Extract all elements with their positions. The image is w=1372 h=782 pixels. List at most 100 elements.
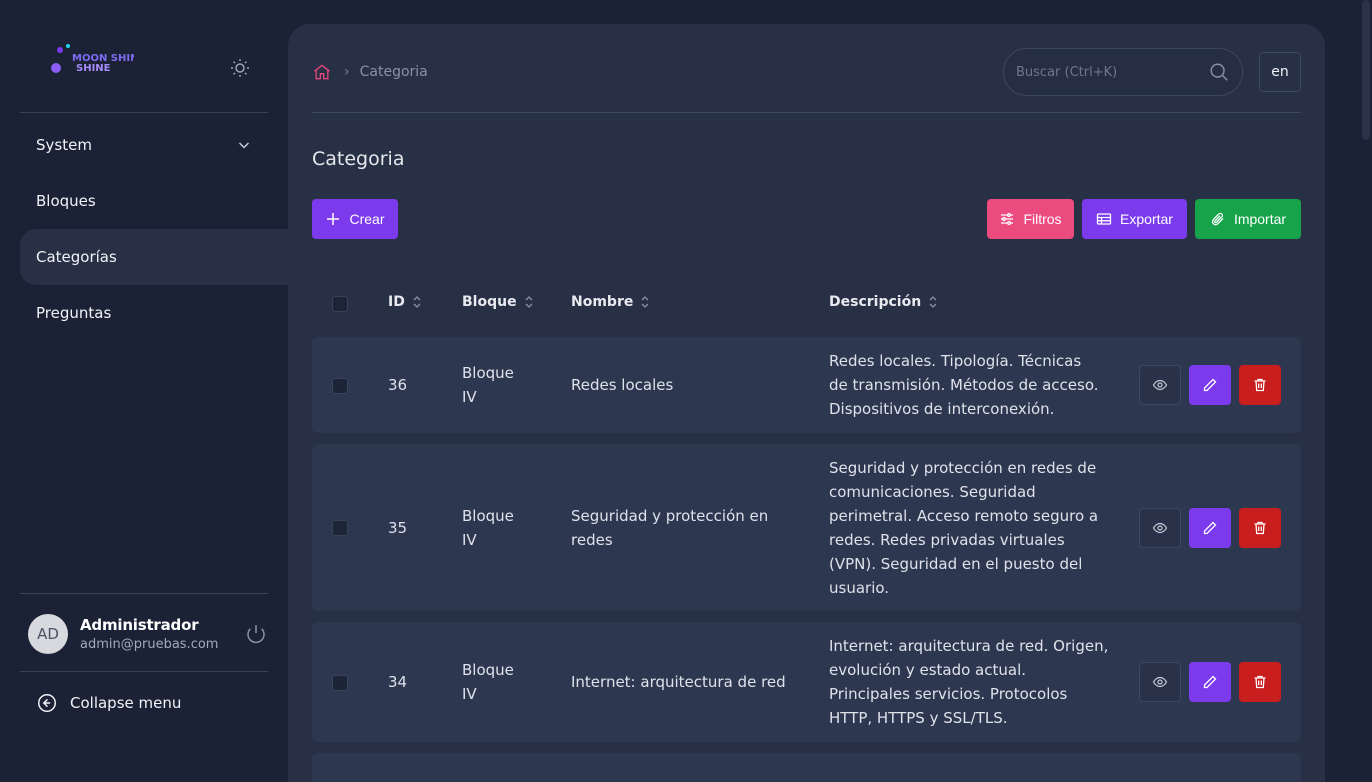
cell-line: IV — [462, 388, 477, 406]
sidebar-item-label: Categorías — [36, 248, 117, 266]
trash-icon — [1254, 521, 1266, 535]
cell-line: Redes locales — [571, 376, 674, 394]
cell-line: HTTP, HTTPS y SSL/TLS. — [829, 709, 1008, 727]
delete-button[interactable] — [1239, 662, 1281, 702]
cell-line: Dispositivos de interconexión. — [829, 400, 1055, 418]
collapse-menu-button[interactable]: Collapse menu — [36, 692, 181, 714]
cell-bloque: Bloque IV — [462, 504, 514, 552]
cell-line: redes — [571, 531, 613, 549]
cell-line: Principales servicios. Protocolos — [829, 685, 1068, 703]
create-button[interactable]: Crear — [312, 199, 398, 239]
sidebar-item-preguntas[interactable]: Preguntas — [20, 285, 288, 341]
sliders-icon — [1001, 213, 1014, 225]
arrow-left-circle-icon — [38, 694, 56, 712]
avatar[interactable]: AD — [28, 614, 68, 654]
trash-icon — [1254, 378, 1266, 392]
column-header-label: Nombre — [571, 294, 634, 310]
view-button[interactable] — [1139, 662, 1181, 702]
row-checkbox[interactable] — [332, 378, 348, 394]
cell-descripcion: Redes locales. Tipología. Técnicas de tr… — [829, 349, 1099, 421]
breadcrumb-separator: › — [344, 64, 350, 80]
cell-line: perimetral. Acceso remoto seguro a — [829, 507, 1099, 525]
view-button[interactable] — [1139, 365, 1181, 405]
sidebar-divider — [20, 593, 268, 594]
sidebar-item-label: Preguntas — [36, 304, 112, 322]
header-divider — [312, 112, 1301, 113]
sidebar-nav: System Bloques Categorías Preguntas — [20, 117, 288, 341]
search-input[interactable] — [1016, 64, 1208, 80]
cell-descripcion: Internet: arquitectura de red. Origen, e… — [829, 634, 1108, 730]
table-header: ID Bloque Nombre Descripción — [312, 288, 1301, 320]
export-button-label: Exportar — [1120, 211, 1173, 227]
select-all-checkbox[interactable] — [332, 296, 348, 312]
cell-id: 34 — [388, 673, 408, 691]
language-switcher[interactable]: en — [1259, 52, 1301, 92]
paperclip-icon — [1211, 212, 1224, 226]
cell-line: Bloque — [462, 507, 514, 525]
cell-bloque: Bloque IV — [462, 658, 514, 706]
sidebar-item-system[interactable]: System — [20, 117, 288, 173]
pencil-icon — [1203, 521, 1217, 535]
cell-nombre: Internet: arquitectura de red — [571, 670, 786, 694]
filters-button-label: Filtros — [1023, 211, 1062, 227]
column-header-label: Bloque — [462, 294, 517, 310]
cell-line: de transmisión. Métodos de acceso. — [829, 376, 1099, 394]
app-root: MOON SHINE SHINE System Bloques Categorí… — [0, 0, 1372, 782]
create-button-label: Crear — [349, 211, 385, 227]
sidebar-item-label: System — [36, 136, 92, 154]
cell-line: IV — [462, 531, 477, 549]
search-box — [1003, 48, 1243, 96]
import-button-label: Importar — [1233, 211, 1287, 227]
sort-icon — [929, 296, 937, 308]
sun-icon[interactable] — [228, 56, 252, 80]
edit-button[interactable] — [1189, 662, 1231, 702]
filters-button[interactable]: Filtros — [987, 199, 1074, 239]
column-header-bloque[interactable]: Bloque — [462, 294, 535, 310]
home-icon[interactable] — [312, 62, 332, 82]
moonshine-logo[interactable]: MOON SHINE SHINE — [34, 38, 145, 98]
column-header-descripcion[interactable]: Descripción — [829, 294, 939, 310]
collapse-menu-label: Collapse menu — [70, 694, 182, 712]
edit-button[interactable] — [1189, 365, 1231, 405]
row-checkbox[interactable] — [332, 520, 348, 536]
cell-nombre: Seguridad y protección en redes — [571, 504, 768, 552]
cell-line: Bloque — [462, 661, 514, 679]
sidebar-item-categorias[interactable]: Categorías — [20, 229, 288, 285]
cell-line: comunicaciones. Seguridad — [829, 483, 1036, 501]
sidebar: MOON SHINE SHINE System Bloques Categorí… — [0, 0, 288, 782]
main-panel: › Categoria en Categoria Crear Filtros E… — [288, 24, 1325, 782]
cell-nombre: Redes locales — [571, 373, 673, 397]
column-header-id[interactable]: ID — [388, 294, 423, 310]
sort-icon — [641, 296, 649, 308]
breadcrumb: › Categoria — [312, 62, 428, 82]
user-email: admin@pruebas.com — [80, 637, 219, 652]
user-name: Administrador — [80, 616, 199, 634]
delete-button[interactable] — [1239, 365, 1281, 405]
sort-icon — [525, 296, 533, 308]
column-header-label: Descripción — [829, 294, 922, 310]
edit-button[interactable] — [1189, 508, 1231, 548]
search-icon[interactable] — [1208, 61, 1230, 83]
column-header-label: ID — [388, 294, 405, 310]
power-icon[interactable] — [244, 622, 268, 646]
cell-line: Bloque — [462, 364, 514, 382]
cell-descripcion: Seguridad y protección en redes de comun… — [829, 456, 1098, 600]
import-button[interactable]: Importar — [1195, 199, 1301, 239]
row-actions — [1139, 662, 1289, 702]
column-header-nombre[interactable]: Nombre — [571, 294, 651, 310]
plus-icon — [327, 213, 340, 225]
sidebar-divider — [20, 671, 268, 672]
eye-icon — [1152, 676, 1168, 688]
sidebar-item-bloques[interactable]: Bloques — [20, 173, 288, 229]
export-button[interactable]: Exportar — [1082, 199, 1187, 239]
page-scrollbar[interactable] — [1362, 0, 1370, 140]
sort-icon — [413, 296, 421, 308]
row-checkbox[interactable] — [332, 675, 348, 691]
cell-id: 36 — [388, 376, 408, 394]
sidebar-divider — [20, 112, 268, 113]
cell-line: Internet: arquitectura de red. Origen, — [829, 637, 1109, 655]
delete-button[interactable] — [1239, 508, 1281, 548]
cell-line: (VPN). Seguridad en el puesto del — [829, 555, 1083, 573]
eye-icon — [1152, 522, 1168, 534]
view-button[interactable] — [1139, 508, 1181, 548]
